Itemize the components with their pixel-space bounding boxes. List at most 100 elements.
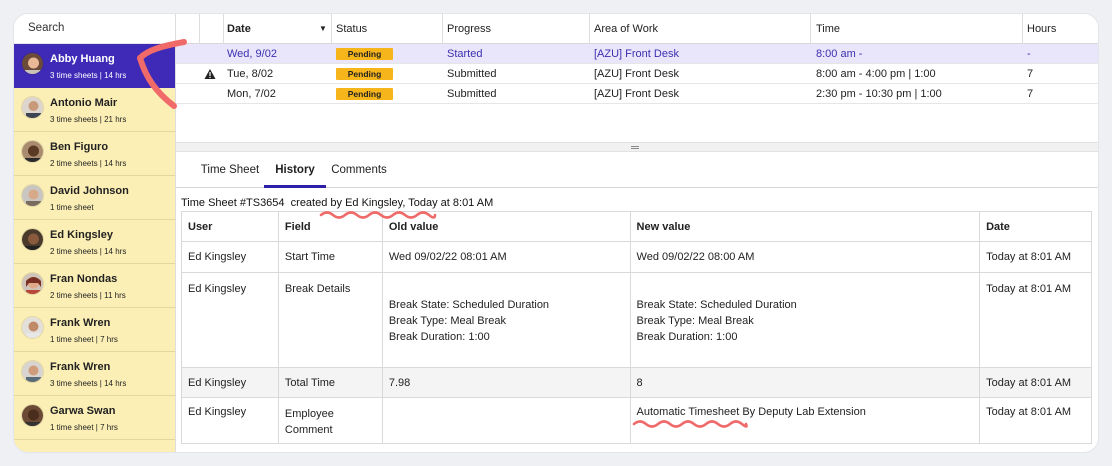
- row-area: [AZU] Front Desk: [594, 88, 679, 100]
- avatar: [21, 96, 44, 119]
- avatar: [21, 52, 44, 75]
- row-progress: Submitted: [447, 68, 497, 80]
- column-divider: [810, 14, 811, 44]
- column-header-status[interactable]: Status: [336, 14, 367, 43]
- history-field: Break Details: [277, 272, 383, 368]
- employee-name: Garwa Swan: [50, 405, 116, 417]
- row-hours: 7: [1027, 68, 1034, 80]
- history-date: Today at 8:01 AM: [979, 272, 1092, 368]
- tab-comments[interactable]: Comments: [328, 152, 390, 188]
- row-area: [AZU] Front Desk: [594, 68, 679, 80]
- history-field: Start Time: [277, 241, 383, 273]
- row-progress: Started: [447, 48, 483, 60]
- column-header-time[interactable]: Time: [816, 14, 840, 43]
- employee-item-fran-nondas[interactable]: Fran Nondas 2 time sheets | 11 hrs: [14, 264, 175, 308]
- history-old-value: [381, 397, 631, 444]
- employee-meta: 3 time sheets | 14 hrs: [50, 71, 127, 80]
- employee-name: Ed Kingsley: [50, 229, 113, 241]
- employee-meta: 1 time sheet | 7 hrs: [50, 335, 118, 344]
- row-hours: -: [1027, 48, 1031, 60]
- timesheet-row[interactable]: Mon, 7/02 Pending Submitted [AZU] Front …: [176, 84, 1098, 104]
- employee-meta: 1 time sheet | 7 hrs: [50, 423, 118, 432]
- employee-item-garwa-swan[interactable]: Garwa Swan 1 time sheet | 7 hrs: [14, 396, 175, 440]
- employee-meta: 1 time sheet: [50, 203, 94, 212]
- column-header-user: User: [181, 211, 279, 242]
- avatar: [21, 360, 44, 383]
- employee-name: Fran Nondas: [50, 273, 118, 285]
- column-header-area[interactable]: Area of Work: [594, 14, 658, 43]
- annotation-underline: [632, 420, 748, 428]
- history-header-row: User Field Old value New value Date: [181, 211, 1092, 242]
- column-header-new-value: New value: [629, 211, 981, 242]
- history-field: Employee Comment: [277, 397, 383, 444]
- sort-desc-icon[interactable]: ▼: [319, 14, 327, 44]
- row-time: 8:00 am -: [816, 48, 863, 60]
- timesheet-header-row: Date ▼ Status Progress Area of Work Time …: [176, 14, 1098, 44]
- employee-meta: 3 time sheets | 14 hrs: [50, 379, 127, 388]
- history-table: User Field Old value New value Date Ed K…: [181, 211, 1092, 444]
- app-window: Search Abby Huang 3 time sheets | 14 hrs…: [14, 14, 1098, 452]
- history-date: Today at 8:01 AM: [979, 241, 1092, 273]
- timesheet-created-line: Time Sheet #TS3654 created by Ed Kingsle…: [181, 197, 494, 209]
- employee-item-ed-kingsley[interactable]: Ed Kingsley 2 time sheets | 14 hrs: [14, 220, 175, 264]
- row-date: Mon, 7/02: [227, 88, 276, 100]
- history-date: Today at 8:01 AM: [979, 367, 1092, 398]
- drag-handle-icon[interactable]: [631, 146, 639, 149]
- tab-history[interactable]: History: [264, 152, 326, 188]
- avatar: [21, 184, 44, 207]
- row-time: 2:30 pm - 10:30 pm | 1:00: [816, 88, 942, 100]
- tab-time-sheet[interactable]: Time Sheet: [198, 152, 262, 188]
- employee-meta: 3 time sheets | 21 hrs: [50, 115, 127, 124]
- employee-item-ben-figuro[interactable]: Ben Figuro 2 time sheets | 14 hrs: [14, 132, 175, 176]
- row-progress: Submitted: [447, 88, 497, 100]
- history-user: Ed Kingsley: [181, 241, 279, 273]
- employee-item-david-johnson[interactable]: David Johnson 1 time sheet: [14, 176, 175, 220]
- column-header-date: Date: [979, 211, 1092, 242]
- history-row: Ed Kingsley Total Time 7.98 8 Today at 8…: [181, 367, 1092, 398]
- column-header-progress[interactable]: Progress: [447, 14, 491, 43]
- annotation-underline: [319, 211, 437, 219]
- column-header-hours[interactable]: Hours: [1027, 14, 1056, 43]
- column-divider: [223, 14, 224, 44]
- employee-name: Ben Figuro: [50, 141, 109, 153]
- avatar: [21, 404, 44, 427]
- status-badge: Pending: [336, 64, 393, 83]
- row-time: 8:00 am - 4:00 pm | 1:00: [816, 68, 936, 80]
- timesheet-table: Date ▼ Status Progress Area of Work Time …: [176, 14, 1098, 142]
- history-field: Total Time: [277, 367, 383, 398]
- history-old-value: Wed 09/02/22 08:01 AM: [381, 241, 631, 273]
- annotation-arrow-icon: [137, 39, 187, 109]
- row-date: Wed, 9/02: [227, 48, 277, 60]
- history-old-value: Break State: Scheduled Duration Break Ty…: [381, 272, 631, 368]
- detail-tabs: Time Sheet History Comments: [176, 152, 1098, 188]
- column-divider: [442, 14, 443, 44]
- employee-name: Frank Wren: [50, 317, 111, 329]
- avatar: [21, 316, 44, 339]
- history-user: Ed Kingsley: [181, 397, 279, 444]
- employee-name: Frank Wren: [50, 361, 111, 373]
- history-user: Ed Kingsley: [181, 272, 279, 368]
- pane-splitter[interactable]: [176, 142, 1098, 152]
- history-new-value: Wed 09/02/22 08:00 AM: [629, 241, 981, 273]
- column-divider: [589, 14, 590, 44]
- employee-item-frank-wren[interactable]: Frank Wren 1 time sheet | 7 hrs: [14, 308, 175, 352]
- warning-icon: [204, 64, 216, 83]
- timesheet-row[interactable]: Tue, 8/02 Pending Submitted [AZU] Front …: [176, 64, 1098, 84]
- employee-item-frank-wren-2[interactable]: Frank Wren 3 time sheets | 14 hrs: [14, 352, 175, 396]
- history-new-value: 8: [629, 367, 981, 398]
- timesheet-row[interactable]: Wed, 9/02 Pending Started [AZU] Front De…: [176, 44, 1098, 64]
- row-area: [AZU] Front Desk: [594, 48, 679, 60]
- history-old-value: 7.98: [381, 367, 631, 398]
- employee-name: Abby Huang: [50, 53, 115, 65]
- status-badge: Pending: [336, 44, 393, 63]
- history-row: Ed Kingsley Break Details Break State: S…: [181, 272, 1092, 368]
- history-date: Today at 8:01 AM: [979, 397, 1092, 444]
- history-row: Ed Kingsley Start Time Wed 09/02/22 08:0…: [181, 241, 1092, 273]
- status-badge: Pending: [336, 84, 393, 103]
- employee-meta: 2 time sheets | 11 hrs: [50, 291, 126, 300]
- column-divider: [199, 14, 200, 44]
- history-user: Ed Kingsley: [181, 367, 279, 398]
- column-divider: [1022, 14, 1023, 44]
- column-header-date[interactable]: Date ▼: [227, 14, 331, 43]
- employee-item-partial[interactable]: [14, 440, 175, 452]
